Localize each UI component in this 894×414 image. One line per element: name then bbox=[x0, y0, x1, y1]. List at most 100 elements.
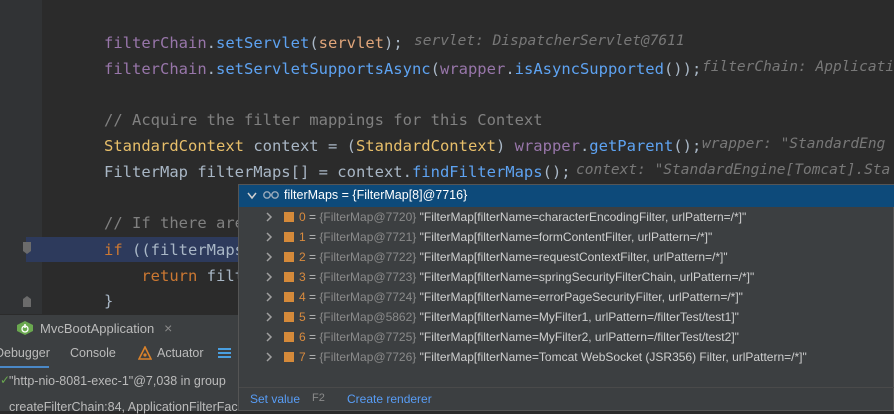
equals-sign: = bbox=[305, 270, 320, 284]
item-value: "FilterMap[filterName=requestContextFilt… bbox=[419, 250, 728, 264]
chevron-right-icon[interactable] bbox=[263, 251, 275, 263]
code-token: . bbox=[206, 60, 216, 78]
chevron-right-icon[interactable] bbox=[263, 211, 275, 223]
item-value: "FilterMap[filterName=formContentFilter,… bbox=[419, 230, 713, 244]
item-ref: {FilterMap@7724} bbox=[319, 290, 417, 304]
list-item[interactable]: 0 = {FilterMap@7720} "FilterMap[filterNa… bbox=[239, 207, 894, 227]
list-item[interactable]: 1 = {FilterMap@7721} "FilterMap[filterNa… bbox=[239, 227, 894, 247]
code-token: filterChain bbox=[104, 60, 207, 78]
tab-actuator[interactable]: Actuator bbox=[138, 340, 208, 368]
code-token: StandardContext bbox=[355, 137, 496, 155]
item-value: "FilterMap[filterName=characterEncodingF… bbox=[419, 210, 747, 224]
thread-selector[interactable]: "http-nio-8081-exec-1"@7,038 in group bbox=[9, 374, 226, 388]
code-line[interactable]: filterChain.setServletSupportsAsync(wrap… bbox=[104, 58, 701, 80]
code-line[interactable]: } bbox=[104, 290, 113, 312]
create-renderer-link[interactable]: Create renderer bbox=[347, 392, 432, 406]
spring-boot-icon bbox=[17, 321, 33, 335]
equals-sign: = bbox=[305, 310, 320, 324]
code-token: wrapper bbox=[514, 137, 580, 155]
code-token: setServlet bbox=[216, 34, 310, 52]
item-value: "FilterMap[filterName=errorPageSecurityF… bbox=[419, 290, 743, 304]
actuator-icon bbox=[138, 346, 152, 360]
code-line[interactable]: return filt bbox=[104, 265, 244, 287]
popup-header[interactable]: filterMaps = {FilterMap[8]@7716} bbox=[239, 185, 894, 207]
item-ref: {FilterMap@7725} bbox=[319, 330, 417, 344]
item-value: "FilterMap[filterName=springSecurityFilt… bbox=[419, 270, 755, 284]
code-line[interactable]: if ((filterMaps bbox=[104, 239, 244, 261]
item-index: 6 bbox=[299, 330, 306, 344]
field-icon bbox=[284, 272, 294, 282]
run-tab[interactable]: MvcBootApplication × bbox=[16, 315, 173, 343]
equals-sign: = bbox=[305, 330, 320, 344]
editor-gutter[interactable] bbox=[0, 0, 42, 314]
chevron-down-icon[interactable] bbox=[247, 192, 257, 200]
chevron-right-icon[interactable] bbox=[263, 271, 275, 283]
menu-icon[interactable] bbox=[218, 347, 231, 359]
tab-actuator-label: Actuator bbox=[157, 346, 204, 360]
inline-debug-hint: wrapper: "StandardEng bbox=[702, 136, 886, 152]
code-token: context = ( bbox=[243, 137, 356, 155]
code-token: ) bbox=[495, 137, 515, 155]
code-token: ( bbox=[309, 34, 319, 52]
item-index: 5 bbox=[299, 310, 306, 324]
inline-debug-hint: context: "StandardEngine[Tomcat].Sta bbox=[576, 162, 891, 178]
code-token: StandardContext bbox=[104, 137, 244, 155]
item-index: 4 bbox=[299, 290, 306, 304]
code-token: findFilterMaps bbox=[411, 163, 543, 181]
frame-row[interactable]: createFilterChain:84, ApplicationFilterF… bbox=[0, 396, 240, 414]
code-line[interactable]: FilterMap filterMaps[] = context.findFil… bbox=[104, 161, 571, 183]
list-item[interactable]: 3 = {FilterMap@7723} "FilterMap[filterNa… bbox=[239, 267, 894, 287]
code-token: filt bbox=[197, 267, 244, 285]
field-icon bbox=[284, 252, 294, 262]
frames-panel: ✓ "http-nio-8081-exec-1"@7,038 in group … bbox=[0, 368, 240, 414]
code-token: ((filterMaps bbox=[122, 241, 244, 259]
field-icon bbox=[284, 352, 294, 362]
code-line[interactable]: filterChain.setServlet(servlet); bbox=[104, 32, 403, 54]
inline-debug-hint: servlet: DispatcherServlet@7611 bbox=[414, 33, 685, 49]
fold-end-icon[interactable] bbox=[22, 295, 32, 307]
chevron-right-icon[interactable] bbox=[263, 231, 275, 243]
item-ref: {FilterMap@7720} bbox=[319, 210, 417, 224]
field-icon bbox=[284, 332, 294, 342]
code-token: return bbox=[141, 267, 198, 285]
set-value-link[interactable]: Set value bbox=[250, 392, 300, 406]
equals-sign: = bbox=[305, 290, 320, 304]
item-ref: {FilterMap@7721} bbox=[319, 230, 417, 244]
close-icon[interactable]: × bbox=[164, 320, 172, 336]
list-item[interactable]: 5 = {FilterMap@5862} "FilterMap[filterNa… bbox=[239, 307, 894, 327]
code-line[interactable]: // If there are bbox=[104, 212, 244, 234]
tab-debugger[interactable]: Debugger bbox=[0, 340, 50, 368]
code-token: FilterMap filterMaps[] = context. bbox=[104, 163, 412, 181]
debugger-tabs-bar: Debugger Console Actuator bbox=[0, 340, 240, 369]
field-icon bbox=[284, 292, 294, 302]
field-icon bbox=[284, 232, 294, 242]
variable-inspect-popup[interactable]: filterMaps = {FilterMap[8]@7716} 0 = {Fi… bbox=[238, 184, 894, 411]
chevron-right-icon[interactable] bbox=[263, 351, 275, 363]
code-token: ()); bbox=[663, 60, 702, 78]
list-item[interactable]: 7 = {FilterMap@7726} "FilterMap[filterNa… bbox=[239, 347, 894, 367]
code-line[interactable]: StandardContext context = (StandardConte… bbox=[104, 135, 701, 157]
code-token: isAsyncSupported bbox=[514, 60, 664, 78]
item-index: 0 bbox=[299, 210, 306, 224]
item-index: 7 bbox=[299, 350, 306, 364]
code-line[interactable]: // Acquire the filter mappings for this … bbox=[104, 109, 543, 131]
code-token: ( bbox=[430, 60, 440, 78]
item-index: 1 bbox=[299, 230, 306, 244]
code-token: wrapper bbox=[439, 60, 506, 78]
code-token: (); bbox=[673, 137, 702, 155]
code-token: . bbox=[505, 60, 515, 78]
code-token: (); bbox=[542, 163, 571, 181]
chevron-right-icon[interactable] bbox=[263, 331, 275, 343]
chevron-right-icon[interactable] bbox=[263, 311, 275, 323]
equals-sign: = bbox=[305, 350, 320, 364]
list-item[interactable]: 2 = {FilterMap@7722} "FilterMap[filterNa… bbox=[239, 247, 894, 267]
chevron-right-icon[interactable] bbox=[263, 291, 275, 303]
equals-sign: = bbox=[305, 230, 320, 244]
list-item[interactable]: 6 = {FilterMap@7725} "FilterMap[filterNa… bbox=[239, 327, 894, 347]
code-token: // Acquire the filter mappings for this … bbox=[104, 111, 543, 129]
list-item[interactable]: 4 = {FilterMap@7724} "FilterMap[filterNa… bbox=[239, 287, 894, 307]
field-icon bbox=[284, 312, 294, 322]
item-value: "FilterMap[filterName=Tomcat WebSocket (… bbox=[419, 350, 807, 364]
tab-debugger-label: Debugger bbox=[0, 346, 50, 360]
item-ref: {FilterMap@7722} bbox=[319, 250, 417, 264]
